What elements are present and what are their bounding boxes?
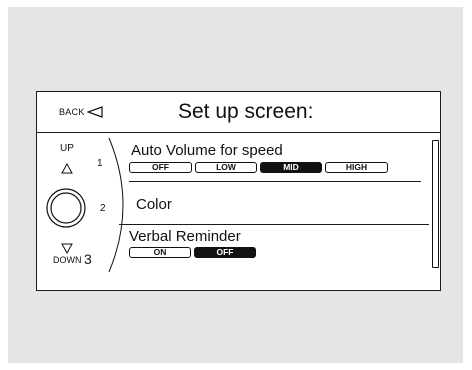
up-arrow-icon bbox=[61, 162, 73, 174]
knob-outer-ring bbox=[46, 188, 86, 228]
back-button[interactable]: BACK bbox=[59, 106, 103, 118]
down-arrow-icon bbox=[61, 243, 73, 255]
knob-inner-ring bbox=[50, 192, 82, 224]
auto-volume-option-low[interactable]: LOW bbox=[195, 162, 257, 173]
menu-item-verbal-reminder[interactable]: Verbal Reminder bbox=[129, 228, 241, 245]
row-divider bbox=[119, 224, 429, 225]
auto-volume-options: OFF LOW MID HIGH bbox=[129, 162, 388, 173]
position-3-label: 3 bbox=[84, 251, 92, 267]
down-label: DOWN bbox=[53, 255, 82, 265]
auto-volume-option-off[interactable]: OFF bbox=[129, 162, 192, 173]
scrollbar[interactable] bbox=[432, 140, 439, 268]
row-divider bbox=[129, 181, 421, 182]
auto-volume-option-high[interactable]: HIGH bbox=[325, 162, 388, 173]
auto-volume-option-mid[interactable]: MID bbox=[260, 162, 322, 173]
position-2-label: 2 bbox=[100, 203, 106, 214]
position-1-label: 1 bbox=[97, 158, 103, 169]
verbal-reminder-option-off[interactable]: OFF bbox=[194, 247, 256, 258]
page-title: Set up screen: bbox=[178, 100, 314, 123]
menu-item-color[interactable]: Color bbox=[136, 196, 172, 213]
back-arrow-icon bbox=[86, 106, 103, 118]
setup-screen: BACK Set up screen: UP DOWN 1 2 3 Auto V… bbox=[36, 91, 441, 291]
menu-item-auto-volume[interactable]: Auto Volume for speed bbox=[131, 142, 283, 159]
verbal-reminder-options: ON OFF bbox=[129, 247, 256, 258]
up-label: UP bbox=[60, 143, 74, 154]
back-label: BACK bbox=[59, 107, 85, 117]
verbal-reminder-option-on[interactable]: ON bbox=[129, 247, 191, 258]
